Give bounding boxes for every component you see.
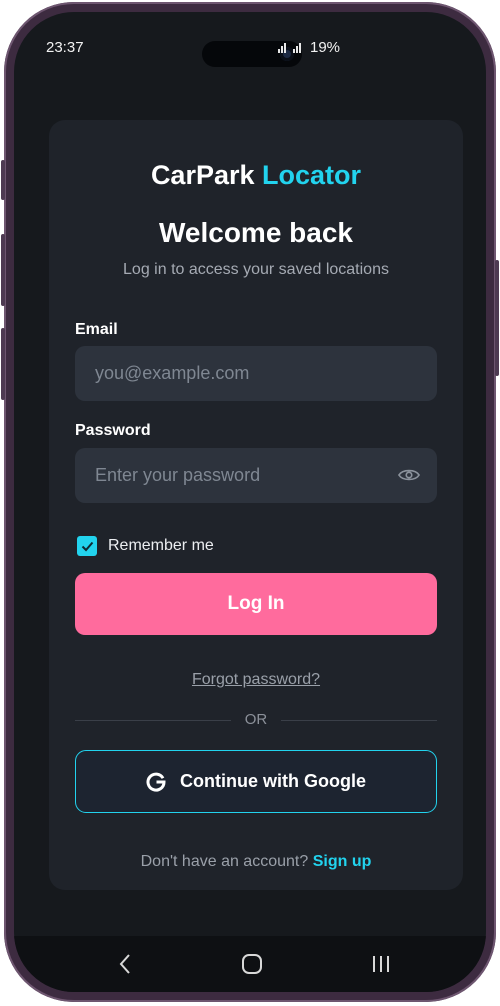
recents-icon[interactable] — [370, 953, 392, 975]
remember-label: Remember me — [108, 537, 214, 554]
app-logo-text: CarPark Locator — [49, 160, 463, 191]
email-field[interactable]: you@example.com — [75, 346, 437, 401]
signal-icon-2 — [293, 42, 301, 53]
screen: 23:37 19% CarPark Locator Welcome back L… — [14, 12, 486, 992]
status-bar: 23:37 19% — [14, 12, 486, 68]
status-indicators: 19% — [278, 39, 340, 56]
google-button-label: Continue with Google — [180, 771, 366, 791]
remember-checkbox[interactable] — [77, 536, 97, 556]
login-card: CarPark Locator Welcome back Log in to a… — [49, 120, 463, 890]
check-icon — [81, 541, 93, 551]
divider-line-right — [281, 720, 437, 721]
phone-power-button — [495, 260, 499, 376]
password-placeholder: Enter your password — [95, 465, 261, 485]
home-icon[interactable] — [241, 953, 263, 975]
signup-link[interactable]: Sign up — [313, 853, 372, 870]
remember-me[interactable]: Remember me — [77, 536, 214, 556]
navigation-bar — [14, 936, 486, 992]
back-icon[interactable] — [118, 953, 132, 975]
phone-frame: 23:37 19% CarPark Locator Welcome back L… — [1, 2, 499, 1002]
brand-accent: Locator — [262, 160, 362, 190]
phone-volume-up — [1, 234, 5, 306]
page-subtitle: Log in to access your saved locations — [123, 261, 389, 278]
signal-icon — [278, 42, 286, 53]
password-field[interactable]: Enter your password — [75, 448, 437, 503]
eye-icon[interactable] — [398, 467, 420, 483]
phone-volume-down — [1, 328, 5, 400]
phone-side-button — [1, 160, 5, 200]
signup-prompt-text: Don't have an account? — [140, 853, 309, 870]
email-label: Email — [75, 321, 118, 338]
login-button[interactable]: Log In — [75, 573, 437, 635]
status-time: 23:37 — [46, 39, 84, 56]
password-label: Password — [75, 422, 151, 439]
forgot-password-link[interactable]: Forgot password? — [49, 671, 463, 689]
email-placeholder: you@example.com — [95, 363, 250, 383]
signup-prompt: Don't have an account? Sign up — [49, 853, 463, 871]
battery-level: 19% — [310, 39, 341, 56]
brand-name: CarPark — [150, 160, 255, 190]
page-title: Welcome back — [158, 217, 354, 248]
google-icon — [146, 772, 166, 792]
google-signin-button[interactable]: Continue with Google — [75, 750, 437, 813]
